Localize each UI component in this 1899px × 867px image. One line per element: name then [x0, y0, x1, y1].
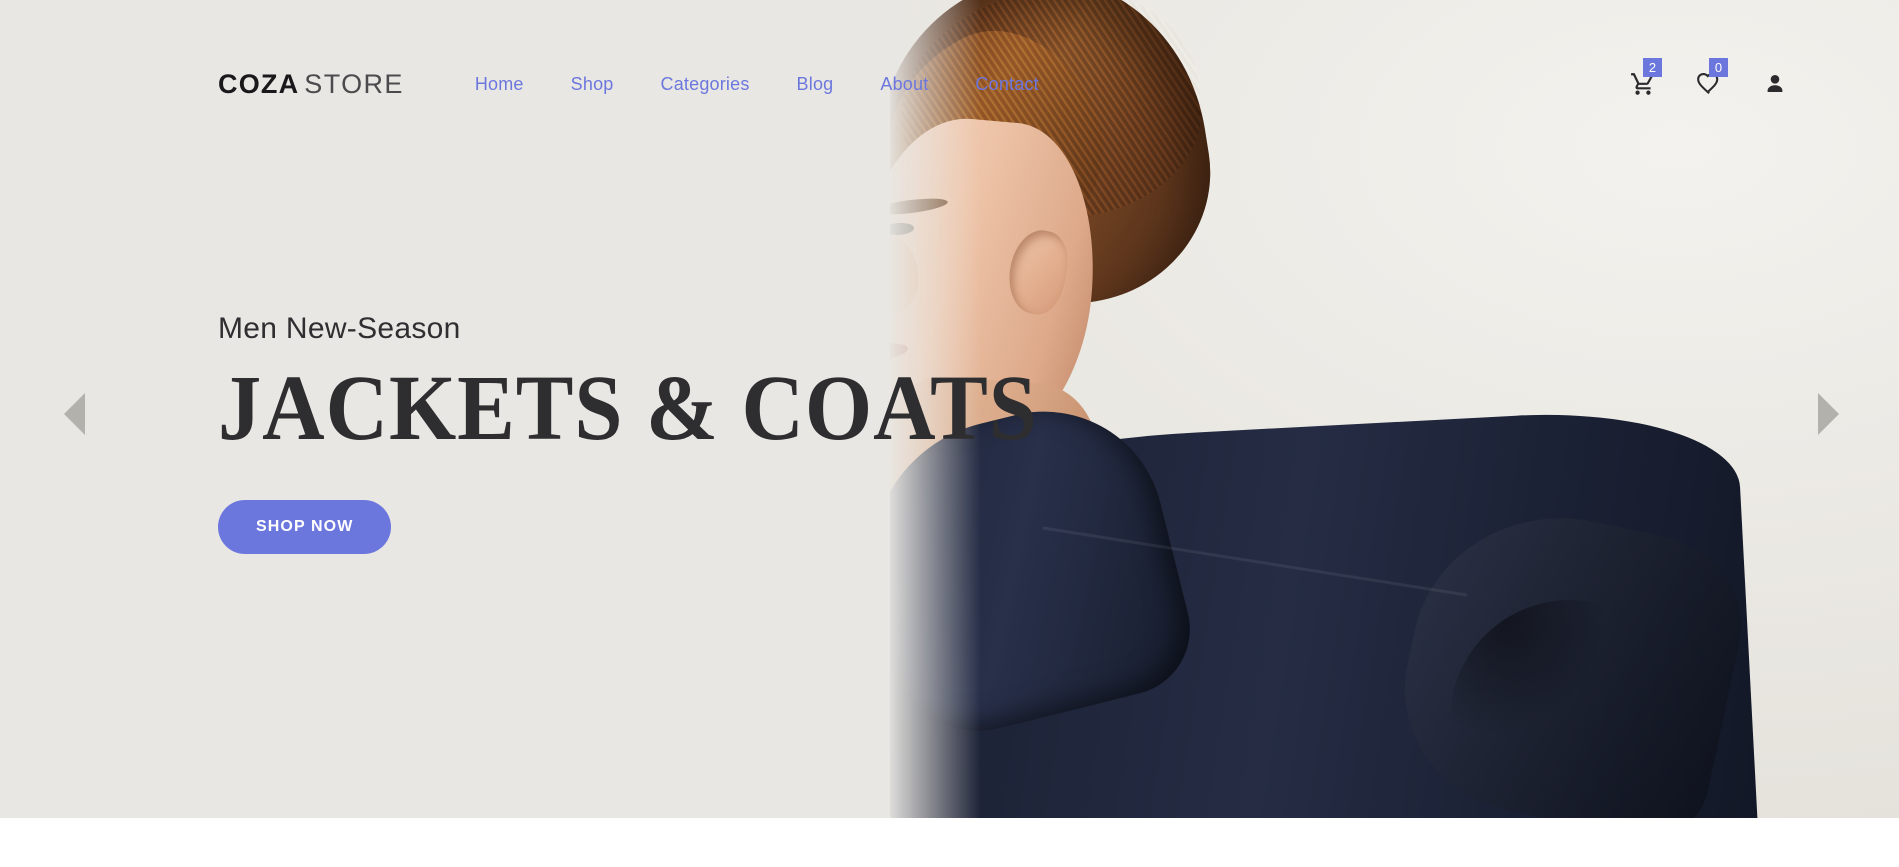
nav-item-shop[interactable]: Shop: [571, 74, 614, 95]
nav-item-categories[interactable]: Categories: [661, 74, 750, 95]
main-navigation: Home Shop Categories Blog About Contact: [475, 74, 1039, 95]
wishlist-badge: 0: [1709, 58, 1728, 77]
hero-title: JACKETS & COATS: [218, 357, 1038, 460]
shop-now-button[interactable]: SHOP NOW: [218, 500, 392, 554]
hero-slider: COZA STORE Home Shop Categories Blog Abou…: [0, 0, 1899, 818]
user-icon: [1763, 72, 1787, 96]
cart-button[interactable]: 2: [1629, 58, 1662, 98]
account-button[interactable]: [1761, 70, 1789, 98]
logo-bold-text: COZA: [218, 68, 300, 99]
nav-item-home[interactable]: Home: [475, 74, 524, 95]
nav-item-about[interactable]: About: [880, 74, 928, 95]
hero-content: Men New-Season JACKETS & COATS SHOP NOW: [218, 312, 1099, 554]
page-body-below-hero: [0, 818, 1899, 867]
header-actions: 2 0: [1629, 58, 1854, 98]
hero-subtitle: Men New-Season: [218, 312, 461, 345]
cart-badge: 2: [1643, 58, 1662, 77]
nav-item-blog[interactable]: Blog: [797, 74, 834, 95]
site-logo[interactable]: COZA STORE: [218, 69, 404, 100]
slider-next-arrow-icon[interactable]: [1818, 393, 1839, 435]
site-header: COZA STORE Home Shop Categories Blog Abou…: [0, 0, 1899, 168]
slider-prev-arrow-icon[interactable]: [64, 393, 85, 435]
nav-item-contact[interactable]: Contact: [975, 74, 1038, 95]
logo-light-text: STORE: [304, 68, 404, 99]
wishlist-button[interactable]: 0: [1695, 58, 1728, 98]
